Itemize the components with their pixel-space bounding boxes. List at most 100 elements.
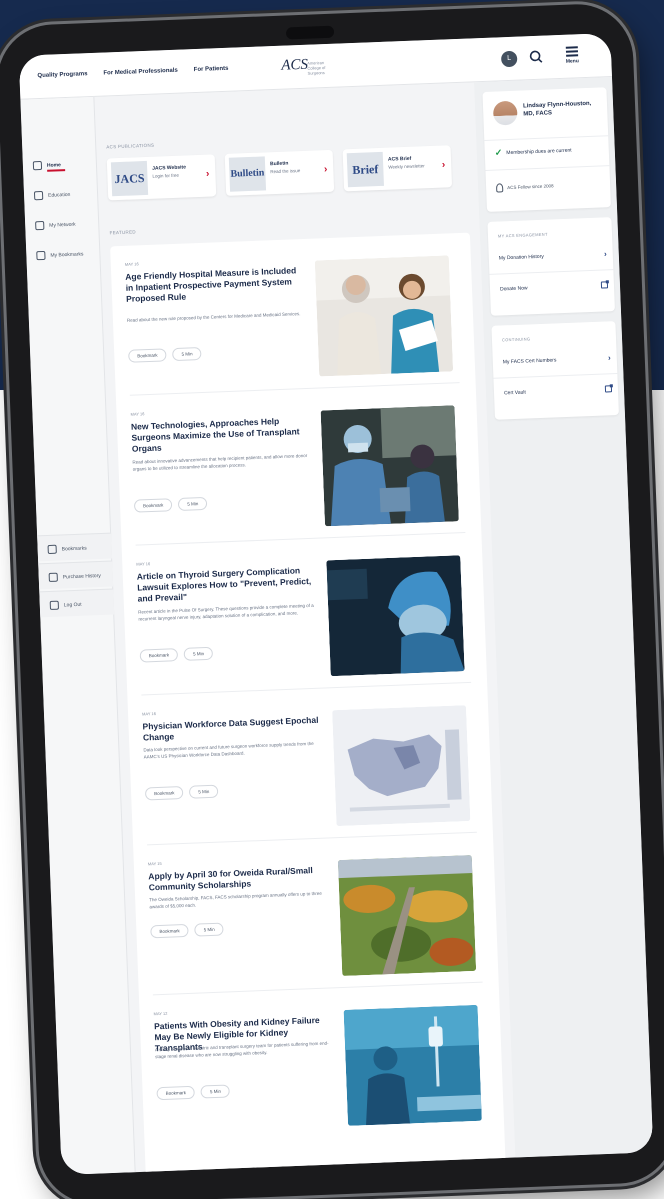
read-time-badge: 5 Min bbox=[200, 1084, 231, 1099]
article-title[interactable]: Apply by April 30 for Oweida Rural/Small… bbox=[148, 865, 327, 894]
article-title[interactable]: Physician Workforce Data Suggest Epochal… bbox=[142, 715, 321, 744]
article-card[interactable]: MAY 16 Article on Thyroid Surgery Compli… bbox=[135, 540, 472, 696]
profile-name: Lindsay Flynn-Houston, MD, FACS bbox=[522, 100, 592, 118]
article-card[interactable]: MAY 16 New Technologies, Approaches Help… bbox=[130, 391, 466, 546]
nav-link-quality-programs[interactable]: Quality Programs bbox=[37, 71, 87, 79]
article-description: Read about innovative advancements that … bbox=[132, 452, 308, 472]
nav-link-patients[interactable]: For Patients bbox=[194, 66, 229, 73]
search-icon bbox=[529, 50, 543, 63]
tablet-screen: Quality Programs For Medical Professiona… bbox=[18, 33, 654, 1175]
cme-label: CONTINUING bbox=[501, 336, 531, 343]
external-link-icon bbox=[600, 281, 609, 289]
sidebar-item-label: My Bookmarks bbox=[50, 250, 84, 259]
article-date: MAY 16 bbox=[124, 261, 139, 267]
article-image-surgeons-operating[interactable] bbox=[320, 405, 459, 527]
menu-label: Menu bbox=[565, 58, 579, 65]
tablet-device: Quality Programs For Medical Professiona… bbox=[0, 2, 664, 1199]
donate-now-link[interactable]: Donate Now bbox=[499, 281, 609, 292]
article-title[interactable]: Article on Thyroid Surgery Complication … bbox=[137, 565, 316, 605]
cert-numbers-link[interactable]: My FACS Cert Numbers › bbox=[503, 353, 611, 366]
logo-subtitle: American College of Surgeons bbox=[307, 60, 326, 76]
cert-vault-link[interactable]: Cert Vault bbox=[504, 385, 613, 396]
publication-card-brief[interactable]: Brief ACS Brief Weekly newsletter › bbox=[342, 145, 453, 192]
read-time-badge: 5 Min bbox=[178, 496, 208, 511]
search-button[interactable] bbox=[527, 48, 546, 67]
main-content: ACS PUBLICATIONS JACS JACS Website Login… bbox=[104, 83, 506, 1175]
article-title[interactable]: Age Friendly Hospital Measure is Include… bbox=[125, 265, 304, 305]
logout-icon bbox=[49, 600, 60, 610]
sidebar-lower-bookmarks[interactable]: Bookmarks bbox=[37, 532, 113, 562]
publication-card-bulletin[interactable]: Bulletin Bulletin Read the issue › bbox=[224, 149, 335, 196]
article-card[interactable]: MAY 15 Apply by April 30 for Oweida Rura… bbox=[147, 840, 483, 996]
divider bbox=[485, 165, 610, 171]
bookmark-icon bbox=[47, 544, 57, 555]
membership-status-row: ✓ Membership dues are current bbox=[495, 143, 603, 158]
article-description: Data look perspective on current and fut… bbox=[143, 740, 314, 759]
article-card[interactable]: MAY 16 Physician Workforce Data Suggest … bbox=[141, 690, 477, 846]
article-card[interactable]: MAY 12 Patients With Obesity and Kidney … bbox=[153, 991, 488, 1146]
network-icon bbox=[35, 220, 45, 231]
article-description: Read about the new rule proposed by the … bbox=[126, 311, 301, 323]
right-sidebar: Lindsay Flynn-Houston, MD, FACS ✓ Member… bbox=[474, 77, 654, 1158]
fellow-since: ACS Fellow since 2008 bbox=[507, 183, 554, 191]
award-icon bbox=[495, 183, 504, 193]
publications-label: ACS PUBLICATIONS bbox=[106, 142, 155, 150]
row-label: Donate Now bbox=[499, 284, 528, 292]
camera-notch bbox=[285, 25, 335, 40]
menu-button[interactable]: Menu bbox=[559, 44, 586, 69]
article-description: The Oweida Scholarship, FACS, FACS schol… bbox=[149, 890, 322, 909]
chevron-right-icon: › bbox=[603, 249, 607, 259]
active-indicator bbox=[47, 169, 66, 172]
article-image-workforce-map[interactable] bbox=[332, 705, 471, 827]
acs-logo[interactable]: ACS bbox=[281, 57, 308, 75]
bookmark-button[interactable]: Bookmark bbox=[128, 348, 167, 363]
external-link-icon bbox=[604, 385, 613, 393]
read-time-badge: 5 Min bbox=[172, 346, 202, 362]
bookmark-button[interactable]: Bookmark bbox=[144, 786, 184, 801]
sidebar-item-education[interactable]: Education bbox=[33, 189, 94, 201]
divider bbox=[493, 373, 618, 379]
brief-cover: Brief bbox=[346, 151, 384, 188]
sidebar-item-home[interactable]: Home bbox=[32, 159, 93, 172]
divider bbox=[489, 269, 614, 275]
sidebar-item-network[interactable]: My Network bbox=[35, 219, 95, 231]
sidebar-item-label: Purchase History bbox=[62, 572, 101, 580]
profile-avatar[interactable] bbox=[492, 100, 518, 126]
bookmark-button[interactable]: Bookmark bbox=[156, 1085, 196, 1101]
bookmark-button[interactable]: Bookmark bbox=[139, 648, 179, 663]
chevron-right-icon: › bbox=[323, 164, 328, 176]
publication-card-jacs[interactable]: JACS JACS Website Login for free › bbox=[106, 154, 217, 201]
history-icon bbox=[48, 572, 58, 583]
divider bbox=[484, 135, 609, 141]
sidebar-lower-logout[interactable]: Log Out bbox=[39, 588, 115, 618]
avatar[interactable]: L bbox=[500, 50, 518, 68]
donation-history-link[interactable]: My Donation History › bbox=[499, 249, 607, 262]
article-card[interactable]: MAY 16 Age Friendly Hospital Measure is … bbox=[124, 241, 460, 396]
nav-link-medical-professionals[interactable]: For Medical Professionals bbox=[103, 68, 178, 77]
chevron-right-icon: › bbox=[607, 353, 611, 363]
chevron-right-icon: › bbox=[441, 159, 446, 171]
bookmark-button[interactable]: Bookmark bbox=[150, 923, 189, 939]
article-image-nurse-patient[interactable] bbox=[314, 255, 454, 377]
education-icon bbox=[33, 190, 44, 201]
sidebar-lower-purchase-history[interactable]: Purchase History bbox=[38, 560, 114, 590]
article-title[interactable]: New Technologies, Approaches Help Surgeo… bbox=[131, 415, 310, 455]
sidebar-item-bookmarks[interactable]: My Bookmarks bbox=[36, 249, 96, 261]
article-date: MAY 16 bbox=[130, 411, 145, 417]
publication-title: JACS Website bbox=[152, 164, 187, 172]
article-image-surgeon-or[interactable] bbox=[343, 1004, 482, 1126]
article-image-rural-aerial[interactable] bbox=[337, 854, 477, 977]
sidebar-item-label: Bookmarks bbox=[61, 545, 87, 552]
continuing-education-card: CONTINUING My FACS Cert Numbers › Cert V… bbox=[491, 321, 619, 420]
bulletin-cover: Bulletin bbox=[228, 156, 267, 192]
fellow-since-row: ACS Fellow since 2008 bbox=[495, 179, 604, 193]
article-date: MAY 16 bbox=[141, 710, 157, 717]
sidebar-item-label: My Network bbox=[49, 221, 76, 229]
membership-status: Membership dues are current bbox=[506, 147, 572, 156]
article-image-surgeon-mask[interactable] bbox=[326, 555, 465, 677]
publication-subtitle: Weekly newsletter bbox=[388, 163, 425, 170]
chevron-right-icon: › bbox=[205, 168, 210, 180]
bookmark-button[interactable]: Bookmark bbox=[133, 498, 173, 513]
publication-subtitle: Login for free bbox=[152, 172, 180, 179]
jacs-cover: JACS bbox=[110, 160, 149, 197]
